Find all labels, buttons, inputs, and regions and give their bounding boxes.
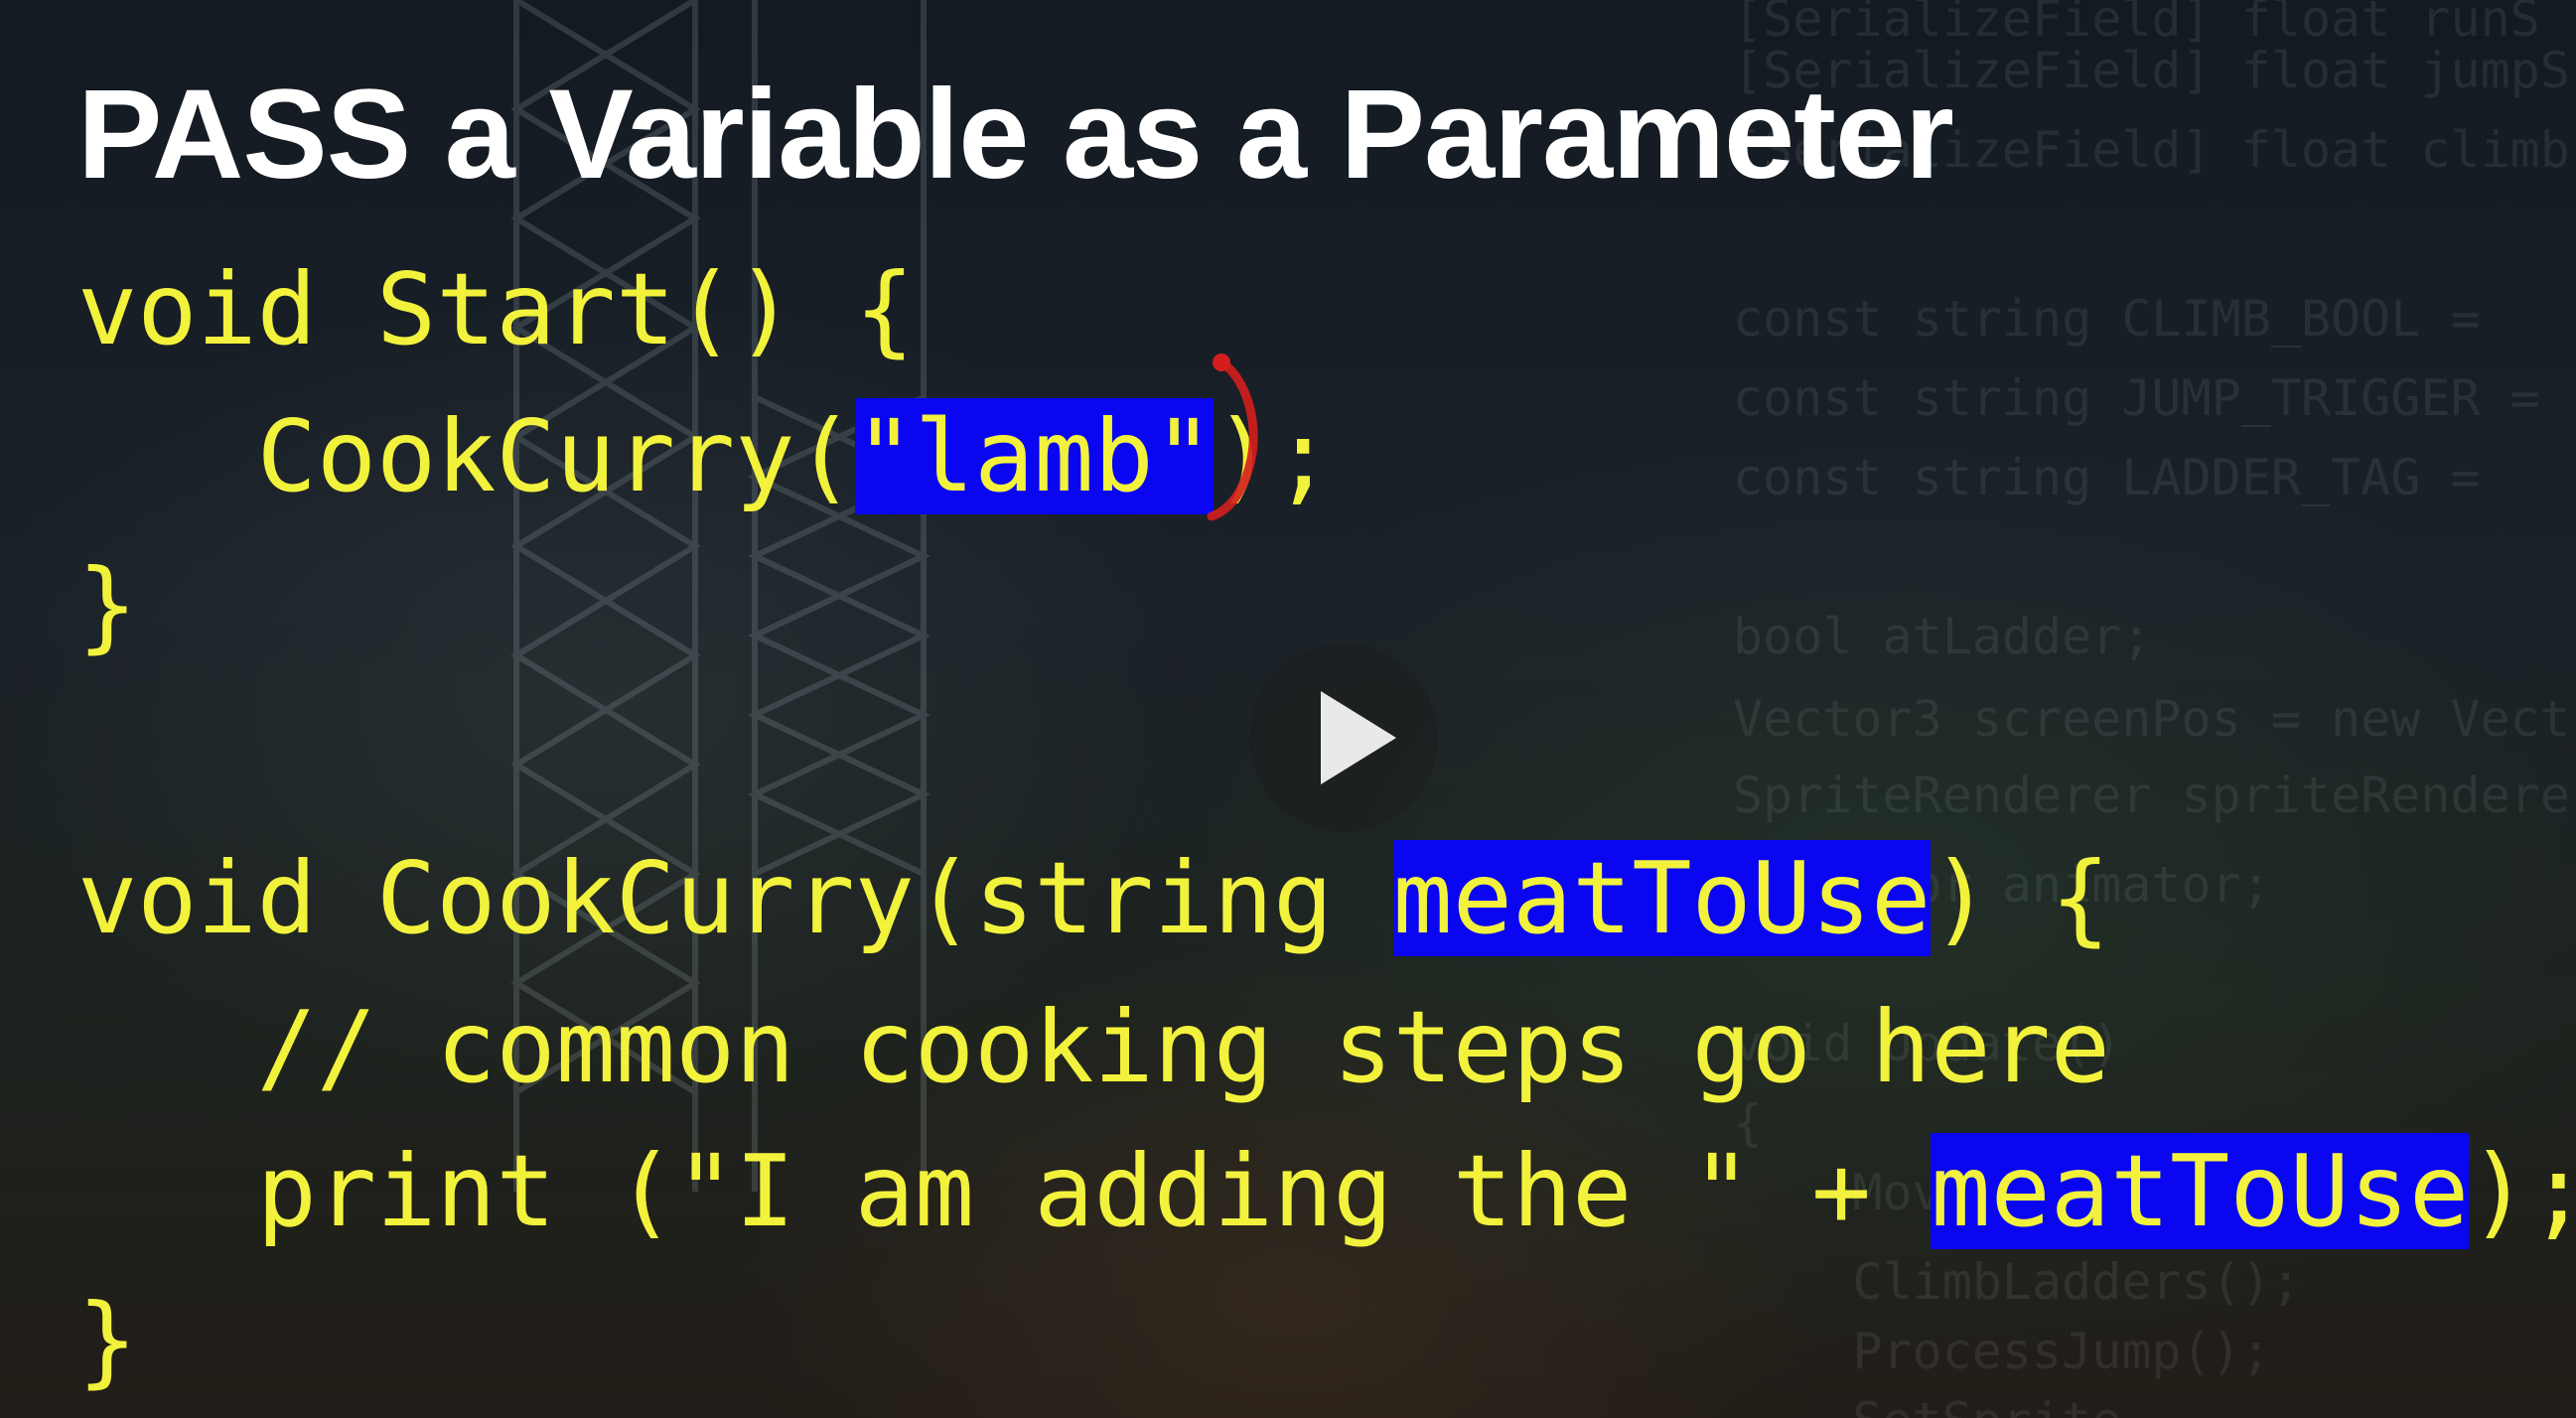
print-prefix: print ("I am adding the " + xyxy=(77,1133,1932,1249)
bg-code-line: const string CLIMB_BOOL = xyxy=(1733,290,2481,348)
highlighted-variable: meatToUse xyxy=(1931,1133,2470,1249)
call-prefix: CookCurry( xyxy=(77,398,855,514)
play-button[interactable] xyxy=(1249,643,1438,832)
bg-code-line: Vector3 screenPos = new Vect xyxy=(1733,690,2570,748)
bg-code-line: const string JUMP_TRIGGER = xyxy=(1733,369,2540,427)
play-icon xyxy=(1321,691,1396,784)
highlighted-argument: "lamb" xyxy=(854,398,1214,514)
bg-code-line: const string LADDER_TAG = xyxy=(1733,449,2481,506)
code-line-start-open: void Start() { xyxy=(77,251,915,367)
code-line-comment: // common cooking steps go here xyxy=(77,989,2110,1105)
code-line-start-close: } xyxy=(77,547,138,663)
code-line-print: print ("I am adding the " + meatToUse); xyxy=(77,1133,2576,1249)
func-prefix: void CookCurry(string xyxy=(77,840,1393,956)
code-line-call: CookCurry("lamb"); xyxy=(77,398,1333,514)
slide-title: PASS a Variable as a Parameter xyxy=(77,64,1954,206)
code-line-func-signature: void CookCurry(string meatToUse) { xyxy=(77,840,2110,956)
highlighted-parameter: meatToUse xyxy=(1392,840,1932,956)
bg-code-line: ClimbLadders(); xyxy=(1733,1253,2301,1311)
bg-code-line: SetSprite xyxy=(1733,1392,2121,1418)
bg-code-line: ProcessJump(); xyxy=(1733,1323,2271,1380)
bg-code-line: bool atLadder; xyxy=(1733,608,2152,665)
code-line-func-close: } xyxy=(77,1282,138,1398)
pen-annotation-mark xyxy=(1207,354,1258,521)
func-suffix: ) { xyxy=(1931,840,2110,956)
print-suffix: ); xyxy=(2469,1133,2576,1249)
video-frame[interactable]: [SerializeField] float runS [SerializeFi… xyxy=(0,0,2576,1418)
bg-code-line: [SerializeField] float runS xyxy=(1733,0,2540,48)
bg-code-line: SpriteRenderer spriteRendere xyxy=(1733,767,2570,824)
